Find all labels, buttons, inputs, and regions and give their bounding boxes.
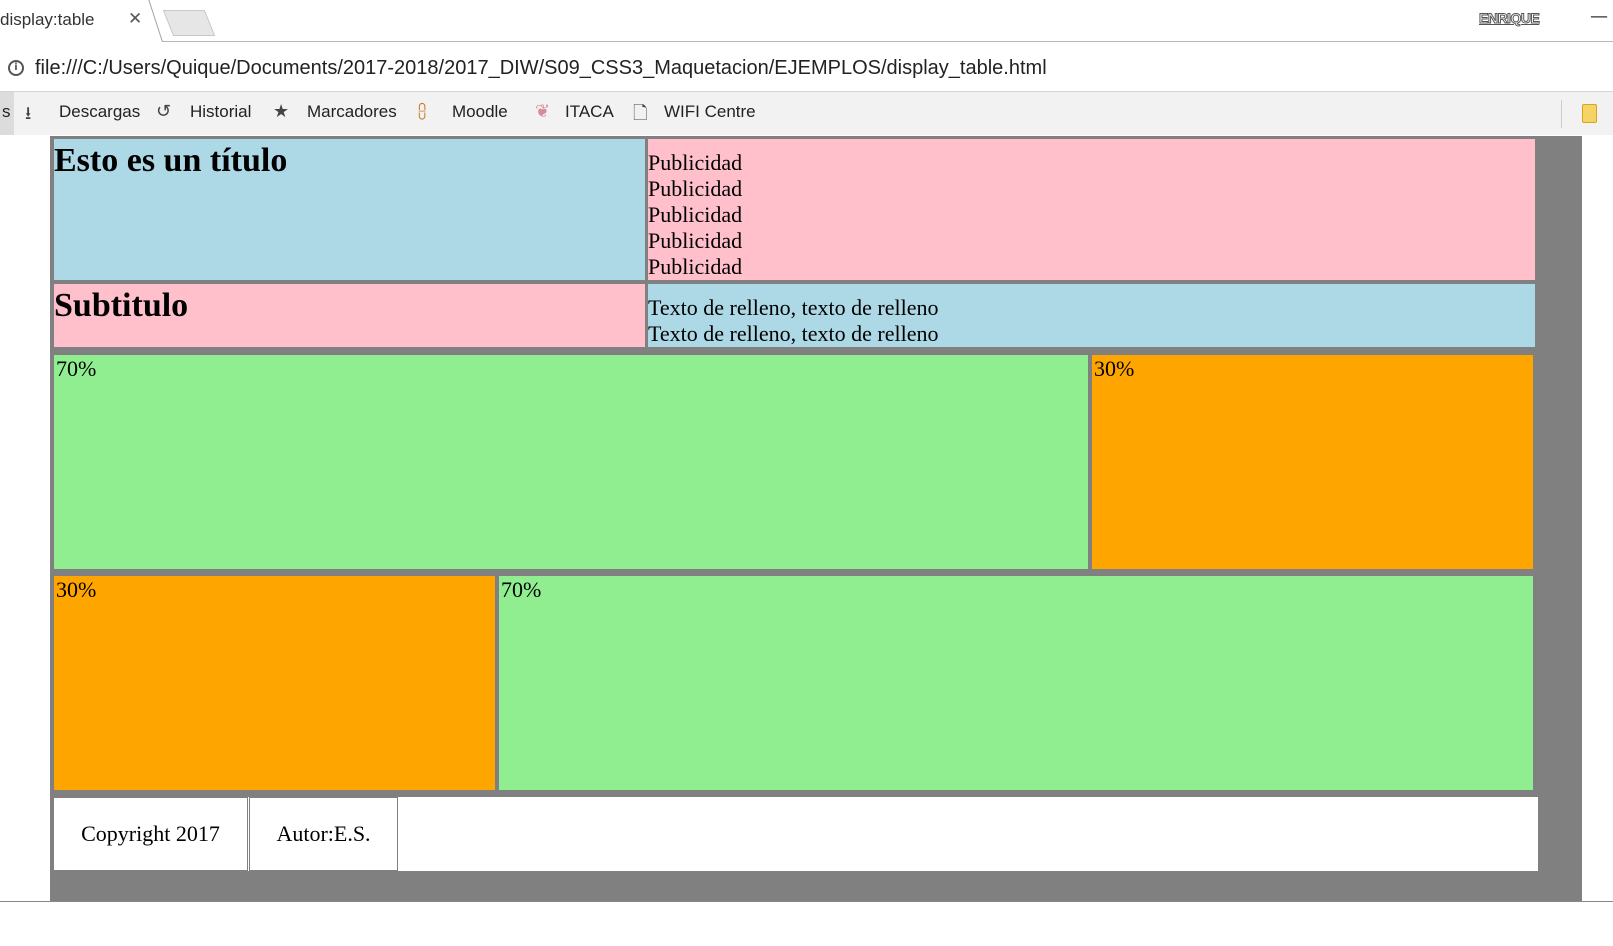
minimize-button[interactable]: — [1590, 6, 1608, 27]
url-text[interactable]: file:///C:/Users/Quique/Documents/2017-2… [35, 57, 1047, 80]
table-container: Esto es un título Publicidad Publicidad … [50, 136, 1582, 902]
ad-line: Publicidad [648, 176, 743, 201]
title-cell: Esto es un título [54, 139, 645, 280]
ad-line: Publicidad [648, 150, 743, 175]
bookmark-marcadores[interactable]: Marcadores [307, 102, 397, 122]
subtitle: Subtitulo [54, 287, 189, 324]
author-text: Autor:E.S. [276, 821, 371, 846]
row3-left-cell: 70% [54, 355, 1088, 569]
bookmark-overflow-edge[interactable]: s [0, 92, 14, 135]
page-bottom-divider [0, 901, 1613, 902]
info-icon[interactable]: i [8, 60, 24, 76]
row4-right-cell: 70% [499, 576, 1533, 790]
filler-cell: Texto de relleno, texto de relleno Texto… [648, 284, 1535, 347]
profile-button[interactable]: ENRIQUE [1478, 10, 1540, 27]
bookmark-descargas[interactable]: Descargas [59, 102, 140, 122]
row4-right-label: 70% [501, 577, 542, 602]
copyright-text: Copyright 2017 [81, 821, 220, 846]
itaca-icon: ❦ [535, 101, 551, 122]
tab-strip: display:table ✕ ENRIQUE — [0, 0, 1613, 42]
row3-right-cell: 30% [1092, 355, 1533, 569]
ad-line: Publicidad [648, 228, 743, 253]
download-icon: ⭳ [25, 103, 32, 124]
row3-right-label: 30% [1094, 356, 1135, 381]
bookmark-edge-label: s [2, 102, 11, 121]
address-bar[interactable]: i file:///C:/Users/Quique/Documents/2017… [0, 49, 1613, 91]
page-icon: 🗋 [633, 103, 648, 124]
author-cell: Autor:E.S. [249, 797, 398, 871]
ad-line: Publicidad [648, 202, 743, 227]
row3-left-label: 70% [56, 356, 97, 381]
subtitle-cell: Subtitulo [54, 284, 645, 347]
bookmark-historial[interactable]: Historial [190, 102, 251, 122]
star-icon: ★ [273, 101, 290, 122]
history-icon: ↺ [156, 101, 172, 122]
filler-line: Texto de relleno, texto de relleno [648, 295, 939, 320]
bookmarks-bar: s ⭳ Descargas ↺ Historial ★ Marcadores ⩉… [0, 91, 1613, 135]
row4-left-cell: 30% [54, 576, 495, 790]
bookmark-wifi-centre[interactable]: WIFI Centre [664, 102, 756, 122]
copyright-cell: Copyright 2017 [53, 797, 248, 871]
close-tab-icon[interactable]: ✕ [128, 9, 142, 29]
ad-line: Publicidad [648, 254, 743, 279]
new-tab-button[interactable] [162, 10, 216, 36]
bookmark-moodle[interactable]: Moodle [452, 102, 508, 122]
tab-title[interactable]: display:table [0, 10, 95, 30]
folder-icon[interactable] [1582, 104, 1597, 123]
moodle-icon: ⩉ [418, 101, 427, 122]
bookmark-separator [1561, 100, 1562, 128]
filler-line: Texto de relleno, texto de relleno [648, 321, 939, 346]
row4-left-label: 30% [56, 577, 97, 602]
bookmark-itaca[interactable]: ITACA [565, 102, 614, 122]
ads-cell: Publicidad Publicidad Publicidad Publici… [648, 139, 1535, 280]
page-title: Esto es un título [54, 142, 288, 179]
